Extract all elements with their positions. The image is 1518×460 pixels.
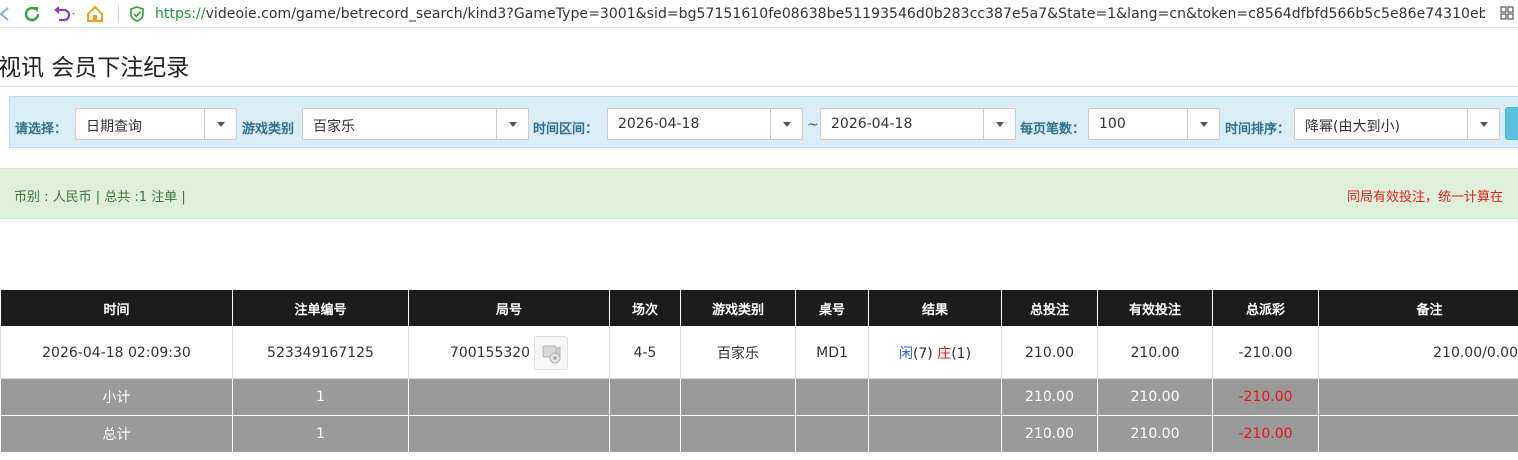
result-banker-label: 庄 [937, 345, 952, 362]
subtotal-label: 小计 [0, 378, 233, 416]
summary-currency-total: 币别 : 人民币 | 总共 :1 注单 | [14, 190, 186, 205]
cell-result: 闲(7) 庄(1) [868, 326, 1002, 379]
cell-valid-bet: 210.00 [1097, 326, 1213, 379]
date-to-value: 2026-04-18 [831, 116, 913, 132]
summary-notice: 同局有效投注，统一计算在 [1347, 190, 1504, 205]
chevron-down-icon[interactable] [770, 109, 802, 139]
per-page-label: 每页笔数： [1020, 122, 1086, 137]
reload-icon[interactable] [20, 2, 44, 26]
header-valid-bet: 有效投注 [1097, 290, 1213, 327]
summary-bar: 币别 : 人民币 | 总共 :1 注单 | 同局有效投注，统一计算在 [0, 168, 1518, 219]
grand-total-empty [609, 415, 681, 453]
per-page-select[interactable]: 100 [1088, 108, 1220, 140]
home-icon[interactable] [84, 2, 106, 26]
grand-total-total-bet: 210.00 [1001, 415, 1098, 453]
grand-total-valid-bet: 210.00 [1097, 415, 1213, 453]
cell-session: 4-5 [609, 326, 681, 379]
subtotal-total-bet: 210.00 [1001, 378, 1098, 416]
result-player-label: 闲 [898, 345, 913, 362]
subtotal-empty [609, 378, 681, 416]
chevron-down-icon[interactable] [496, 109, 528, 139]
sort-order-value: 降幂(由大到小) [1305, 119, 1400, 135]
undo-icon[interactable] [52, 2, 78, 26]
grand-total-payout: -210.00 [1212, 415, 1319, 453]
address-bar-url[interactable]: https://videoie.com/game/betrecord_searc… [155, 6, 1485, 22]
chevron-down-icon[interactable] [983, 109, 1015, 139]
grand-total-row: 总计 1 210.00 210.00 -210.00 [0, 415, 1518, 453]
header-session: 场次 [609, 290, 681, 327]
time-range-label: 时间区间： [533, 122, 599, 137]
header-payout: 总派彩 [1212, 290, 1319, 327]
title-divider [0, 86, 1518, 87]
header-total-bet: 总投注 [1001, 290, 1098, 327]
cell-game-type: 百家乐 [680, 326, 796, 379]
filter-bar: 请选择： 日期查询 游戏类别 百家乐 时间区间： 2026-04-18 ~ 20… [9, 96, 1518, 148]
chevron-down-icon[interactable] [1467, 109, 1499, 139]
sort-label: 时间排序： [1225, 122, 1291, 137]
subtotal-empty [1318, 378, 1518, 416]
table-header-row: 时间 注单编号 局号 场次 游戏类别 桌号 结果 总投注 有效投注 总派彩 备注 [0, 290, 1518, 327]
select-label: 请选择： [15, 122, 68, 137]
grand-total-label: 总计 [0, 415, 233, 453]
header-note: 备注 [1318, 290, 1518, 327]
game-type-select[interactable]: 百家乐 [302, 108, 529, 140]
cell-table-no: MD1 [795, 326, 869, 379]
video-replay-icon[interactable] [534, 335, 569, 370]
header-game-type: 游戏类别 [680, 290, 796, 327]
browser-toolbar: https://videoie.com/game/betrecord_searc… [0, 0, 1518, 28]
search-button[interactable] [1505, 107, 1518, 140]
header-bet-no: 注单编号 [232, 290, 409, 327]
query-type-select[interactable]: 日期查询 [75, 108, 237, 140]
per-page-value: 100 [1099, 116, 1126, 132]
chevron-down-icon[interactable] [1187, 109, 1219, 139]
grand-total-empty [1318, 415, 1518, 453]
chevron-down-icon[interactable] [204, 109, 236, 139]
date-range-separator: ~ [807, 117, 819, 133]
url-scheme: https:// [155, 5, 206, 22]
subtotal-row: 小计 1 210.00 210.00 -210.00 [0, 378, 1518, 416]
table-row: 2026-04-18 02:09:30 523349167125 7001553… [0, 326, 1518, 379]
date-from-value: 2026-04-18 [618, 116, 700, 132]
result-player-value: (7) [912, 345, 938, 362]
subtotal-valid-bet: 210.00 [1097, 378, 1213, 416]
sort-order-select[interactable]: 降幂(由大到小) [1294, 108, 1500, 140]
subtotal-payout: -210.00 [1212, 378, 1319, 416]
cell-time: 2026-04-18 02:09:30 [0, 326, 233, 379]
toolbar-separator [118, 4, 119, 23]
subtotal-empty [795, 378, 869, 416]
result-banker-value: (1) [951, 345, 972, 362]
apps-grid-icon[interactable] [1500, 5, 1514, 21]
cell-total-bet: 210.00 [1001, 326, 1098, 379]
date-to-select[interactable]: 2026-04-18 [820, 108, 1016, 140]
cell-bet-no: 523349167125 [232, 326, 409, 379]
subtotal-empty [680, 378, 796, 416]
subtotal-empty [408, 378, 610, 416]
cell-note: 210.00/0.00 [1318, 326, 1518, 379]
subtotal-count: 1 [232, 378, 409, 416]
header-result: 结果 [868, 290, 1002, 327]
grand-total-empty [680, 415, 796, 453]
bet-record-table: 时间 注单编号 局号 场次 游戏类别 桌号 结果 总投注 有效投注 总派彩 备注… [0, 290, 1518, 453]
cell-payout: -210.00 [1212, 326, 1319, 379]
secure-shield-icon[interactable] [129, 2, 145, 26]
cell-round-no: 700155320 [408, 326, 610, 379]
header-time: 时间 [0, 290, 233, 327]
back-icon[interactable] [0, 2, 10, 26]
game-type-value: 百家乐 [313, 119, 355, 135]
grand-total-empty [795, 415, 869, 453]
url-path: videoie.com/game/betrecord_search/kind3?… [205, 5, 1485, 22]
grand-total-empty [408, 415, 610, 453]
grand-total-empty [868, 415, 1002, 453]
page-title: 视讯 会员下注纪录 [0, 55, 190, 81]
header-table-no: 桌号 [795, 290, 869, 327]
date-from-select[interactable]: 2026-04-18 [607, 108, 803, 140]
subtotal-empty [868, 378, 1002, 416]
header-round-no: 局号 [408, 290, 610, 327]
round-no-text: 700155320 [449, 344, 531, 361]
game-type-label: 游戏类别 [242, 122, 295, 137]
query-type-value: 日期查询 [86, 119, 142, 135]
grand-total-count: 1 [232, 415, 409, 453]
